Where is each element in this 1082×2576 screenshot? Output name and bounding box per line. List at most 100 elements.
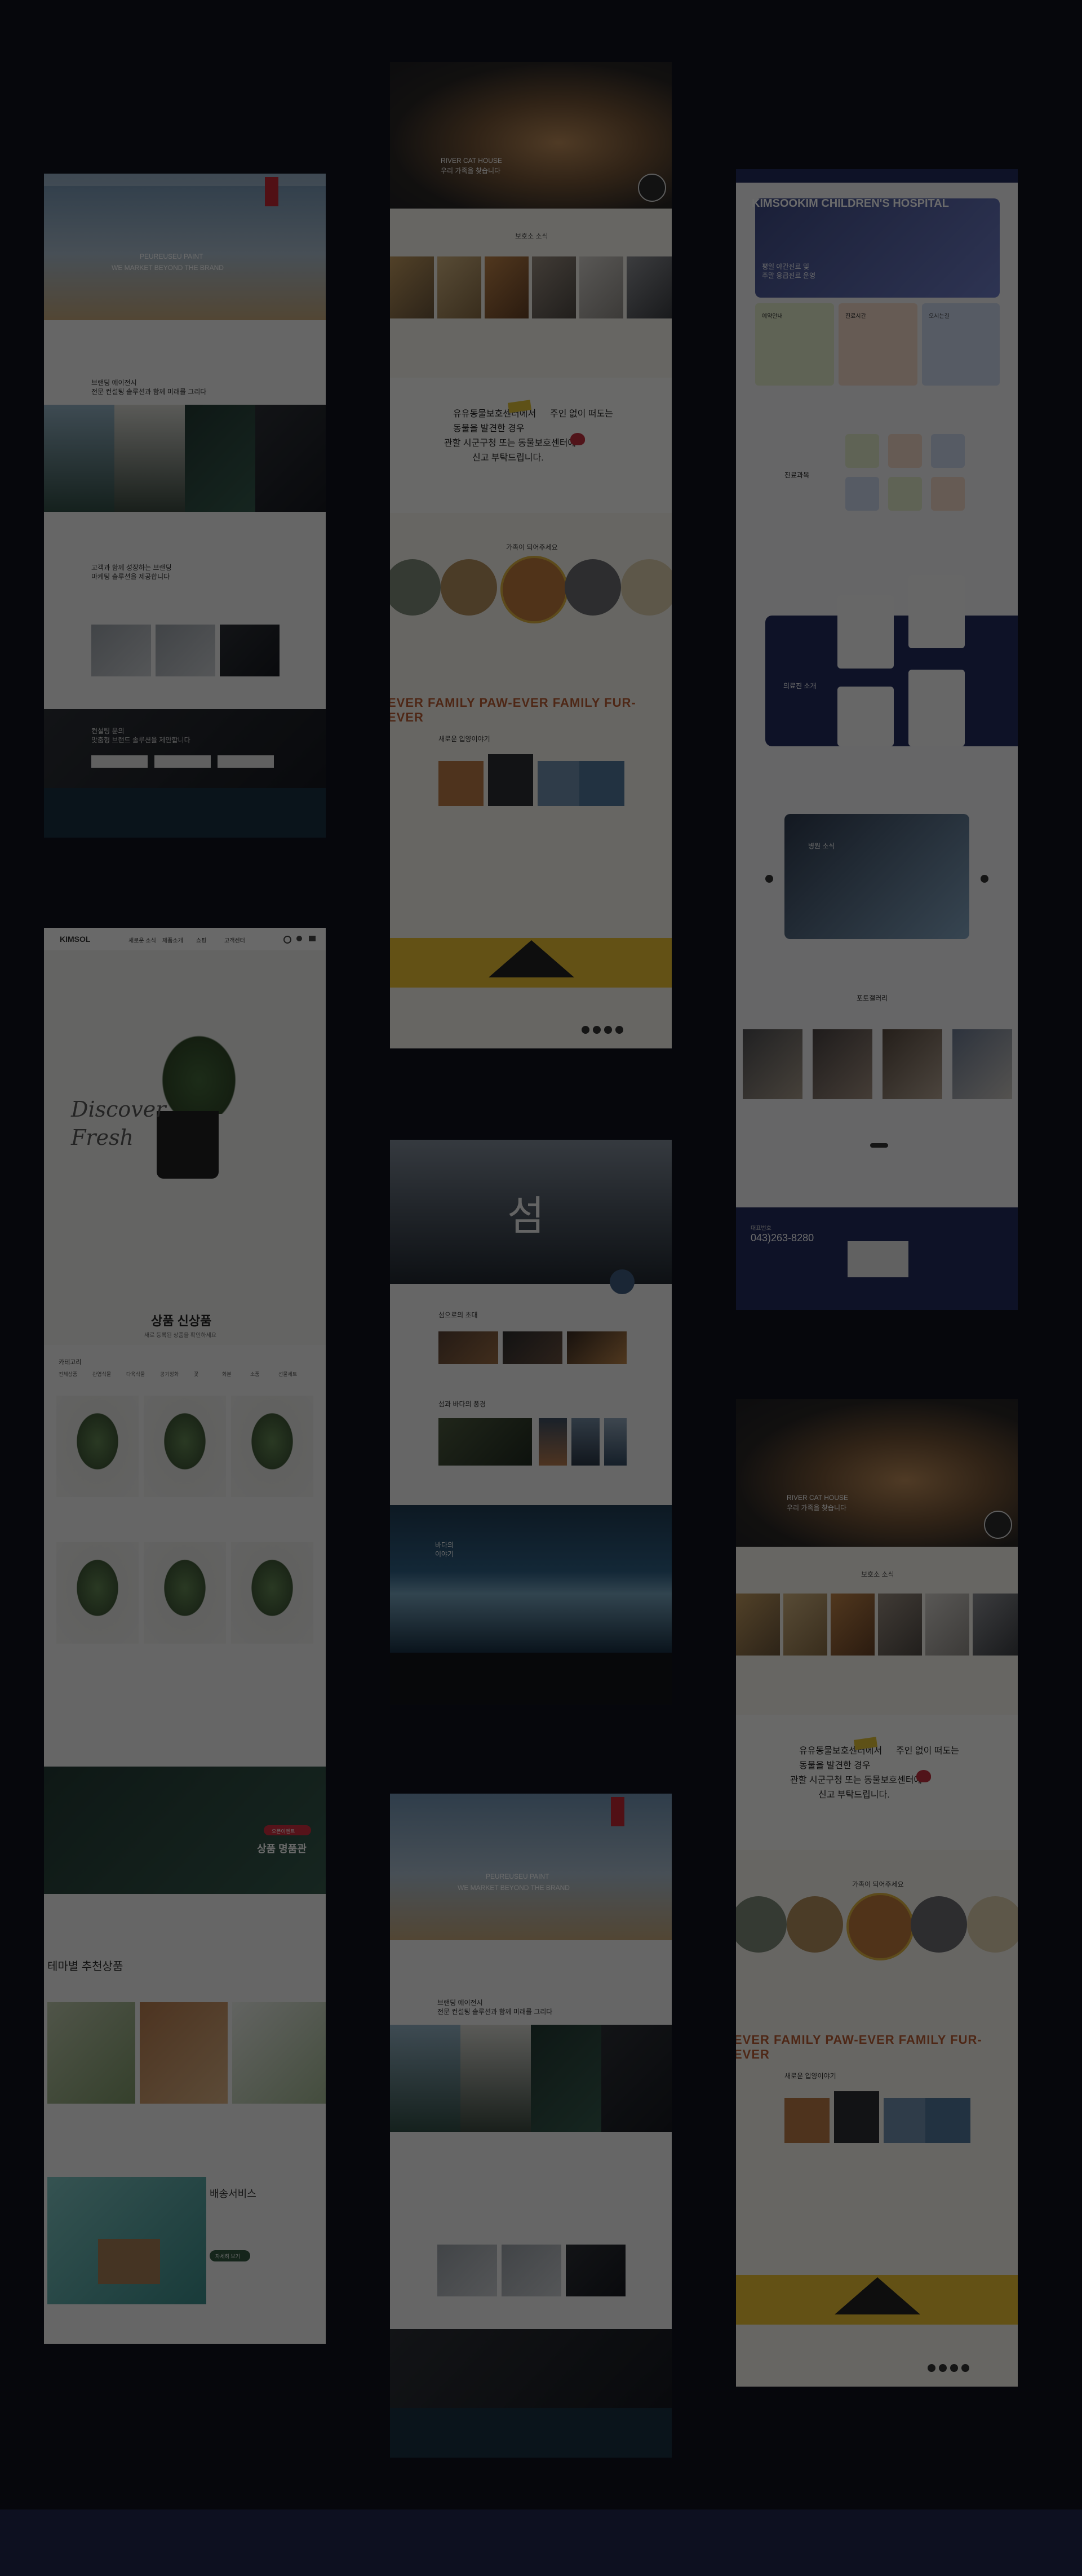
pet-card-2[interactable] (437, 256, 481, 318)
department-6[interactable] (931, 477, 965, 511)
product-card-1[interactable] (56, 1396, 139, 1497)
post-thumb-3[interactable] (884, 2098, 929, 2143)
input-2[interactable] (154, 755, 211, 768)
pet-circle-3[interactable] (846, 1893, 914, 1960)
social-icon-1[interactable] (928, 2364, 935, 2372)
post-thumb-4[interactable] (579, 761, 624, 806)
hero-scroll-button[interactable] (610, 1269, 635, 1294)
user-icon[interactable] (296, 936, 302, 941)
seasonal-card-2[interactable] (140, 2002, 228, 2104)
social-icon-3[interactable] (604, 1026, 612, 1034)
department-2[interactable] (888, 434, 922, 468)
gallery-photo-1[interactable] (743, 1029, 802, 1099)
pet-card-3[interactable] (485, 256, 529, 318)
social-icon-2[interactable] (939, 2364, 947, 2372)
pet-circle-1[interactable] (390, 559, 441, 616)
doctor-card-3[interactable] (837, 687, 894, 746)
department-3[interactable] (931, 434, 965, 468)
pet-circle-5[interactable] (621, 559, 672, 616)
seasonal-card-3[interactable] (232, 2002, 326, 2104)
gallery-photo-4[interactable] (952, 1029, 1012, 1099)
pet-card-4[interactable] (532, 256, 576, 318)
portfolio-card-branding-2[interactable]: PEUREUSEU PAINT WE MARKET BEYOND THE BRA… (390, 1794, 672, 2458)
pet-card-1[interactable] (390, 256, 434, 318)
social-icon-3[interactable] (950, 2364, 958, 2372)
brand-logo[interactable]: KIMSOOKIM CHILDREN'S HOSPITAL (752, 197, 949, 210)
pet-circle-2[interactable] (441, 559, 497, 616)
hero-paw-icon[interactable] (984, 1511, 1012, 1539)
pet-circle-4[interactable] (565, 559, 621, 616)
gallery-pager[interactable] (870, 1143, 888, 1148)
footer-phone[interactable]: 043)263-8280 (751, 1232, 814, 1244)
pet-card-6[interactable] (627, 256, 672, 318)
news-prev-button[interactable] (765, 875, 773, 883)
seasonal-card-1[interactable] (47, 2002, 135, 2104)
section-2-thumb-1[interactable] (438, 1418, 532, 1466)
input-3[interactable] (218, 755, 274, 768)
section-1-thumb-2[interactable] (503, 1331, 562, 1364)
doctor-card-2[interactable] (908, 575, 965, 648)
doctor-card-4[interactable] (908, 670, 965, 746)
gallery-photo-3[interactable] (883, 1029, 942, 1099)
section-2-thumb-2[interactable] (539, 1418, 567, 1466)
brand-logo[interactable]: KIMSOL (60, 935, 90, 944)
hero-paw-icon[interactable] (638, 174, 666, 202)
portfolio-card-hospital[interactable]: KIMSOOKIM CHILDREN'S HOSPITAL 평일 야간진료 및 … (736, 169, 1018, 746)
product-card-6[interactable] (231, 1542, 313, 1644)
footer-map[interactable] (848, 1241, 908, 1277)
social-icon-2[interactable] (593, 1026, 601, 1034)
pet-card-5[interactable] (925, 1594, 969, 1656)
social-icon-1[interactable] (582, 1026, 589, 1034)
news-next-button[interactable] (981, 875, 988, 883)
nav-item-1[interactable]: 새로운 소식 (128, 936, 156, 944)
product-card-5[interactable] (144, 1542, 226, 1644)
doctor-card-1[interactable] (837, 595, 894, 669)
filter-7[interactable]: 소품 (250, 1370, 260, 1378)
pet-card-1[interactable] (736, 1594, 780, 1656)
filter-4[interactable]: 공기정화 (160, 1370, 179, 1378)
product-card-4[interactable] (56, 1542, 139, 1644)
section-1-thumb-3[interactable] (567, 1331, 627, 1364)
post-thumb-3[interactable] (538, 761, 583, 806)
pet-card-2[interactable] (783, 1594, 827, 1656)
portfolio-card-branding[interactable]: PEUREUSEU PAINT WE MARKET BEYOND THE BRA… (44, 174, 326, 838)
filter-5[interactable]: 꽃 (194, 1370, 198, 1378)
pet-card-3[interactable] (831, 1594, 875, 1656)
nav-item-4[interactable]: 고객센터 (224, 936, 245, 944)
pet-circle-1[interactable] (736, 1896, 787, 1953)
search-icon[interactable] (283, 936, 291, 944)
cart-icon[interactable] (309, 936, 316, 941)
filter-1[interactable]: 전체상품 (59, 1370, 77, 1378)
portfolio-card-island[interactable]: 섬 섬으로의 초대 섬과 바다의 풍경 바다의 이야기 (390, 1140, 672, 1705)
gallery-photo-2[interactable] (813, 1029, 872, 1099)
filter-2[interactable]: 관엽식물 (92, 1370, 111, 1378)
hero-banner[interactable] (755, 198, 1000, 298)
portfolio-card-hospital-lower[interactable]: 병원 소식 포토갤러리 대표번호 043)263-8280 (736, 746, 1018, 1310)
product-card-2[interactable] (144, 1396, 226, 1497)
nav-item-2[interactable]: 제품소개 (162, 936, 183, 944)
input-1[interactable] (91, 755, 148, 768)
pet-circle-4[interactable] (911, 1896, 967, 1953)
portfolio-card-animal-shelter[interactable]: RIVER CAT HOUSE 우리 가족을 찾습니다 보호소 소식 유유동물보… (390, 62, 672, 1048)
pet-circle-2[interactable] (787, 1896, 843, 1953)
department-5[interactable] (888, 477, 922, 511)
portfolio-card-animal-shelter-2[interactable]: RIVER CAT HOUSE 우리 가족을 찾습니다 보호소 소식 유유동물보… (736, 1399, 1018, 2387)
filter-6[interactable]: 화분 (222, 1370, 232, 1378)
filter-3[interactable]: 다육식물 (126, 1370, 145, 1378)
post-thumb-1[interactable] (784, 2098, 830, 2143)
pet-card-5[interactable] (579, 256, 623, 318)
department-1[interactable] (845, 434, 879, 468)
portfolio-card-plant-shop[interactable]: KIMSOL 새로운 소식 제품소개 쇼핑 고객센터 Discover Fres… (44, 928, 326, 2344)
pet-circle-5[interactable] (967, 1896, 1018, 1953)
post-thumb-2[interactable] (834, 2091, 879, 2143)
pet-card-6[interactable] (973, 1594, 1018, 1656)
department-4[interactable] (845, 477, 879, 511)
section-2-thumb-4[interactable] (604, 1418, 627, 1466)
post-thumb-4[interactable] (925, 2098, 970, 2143)
filter-8[interactable]: 선물세트 (278, 1370, 297, 1378)
pet-circle-3[interactable] (500, 556, 568, 623)
post-thumb-2[interactable] (488, 754, 533, 806)
social-icon-4[interactable] (615, 1026, 623, 1034)
section-1-thumb-1[interactable] (438, 1331, 498, 1364)
social-icon-4[interactable] (961, 2364, 969, 2372)
